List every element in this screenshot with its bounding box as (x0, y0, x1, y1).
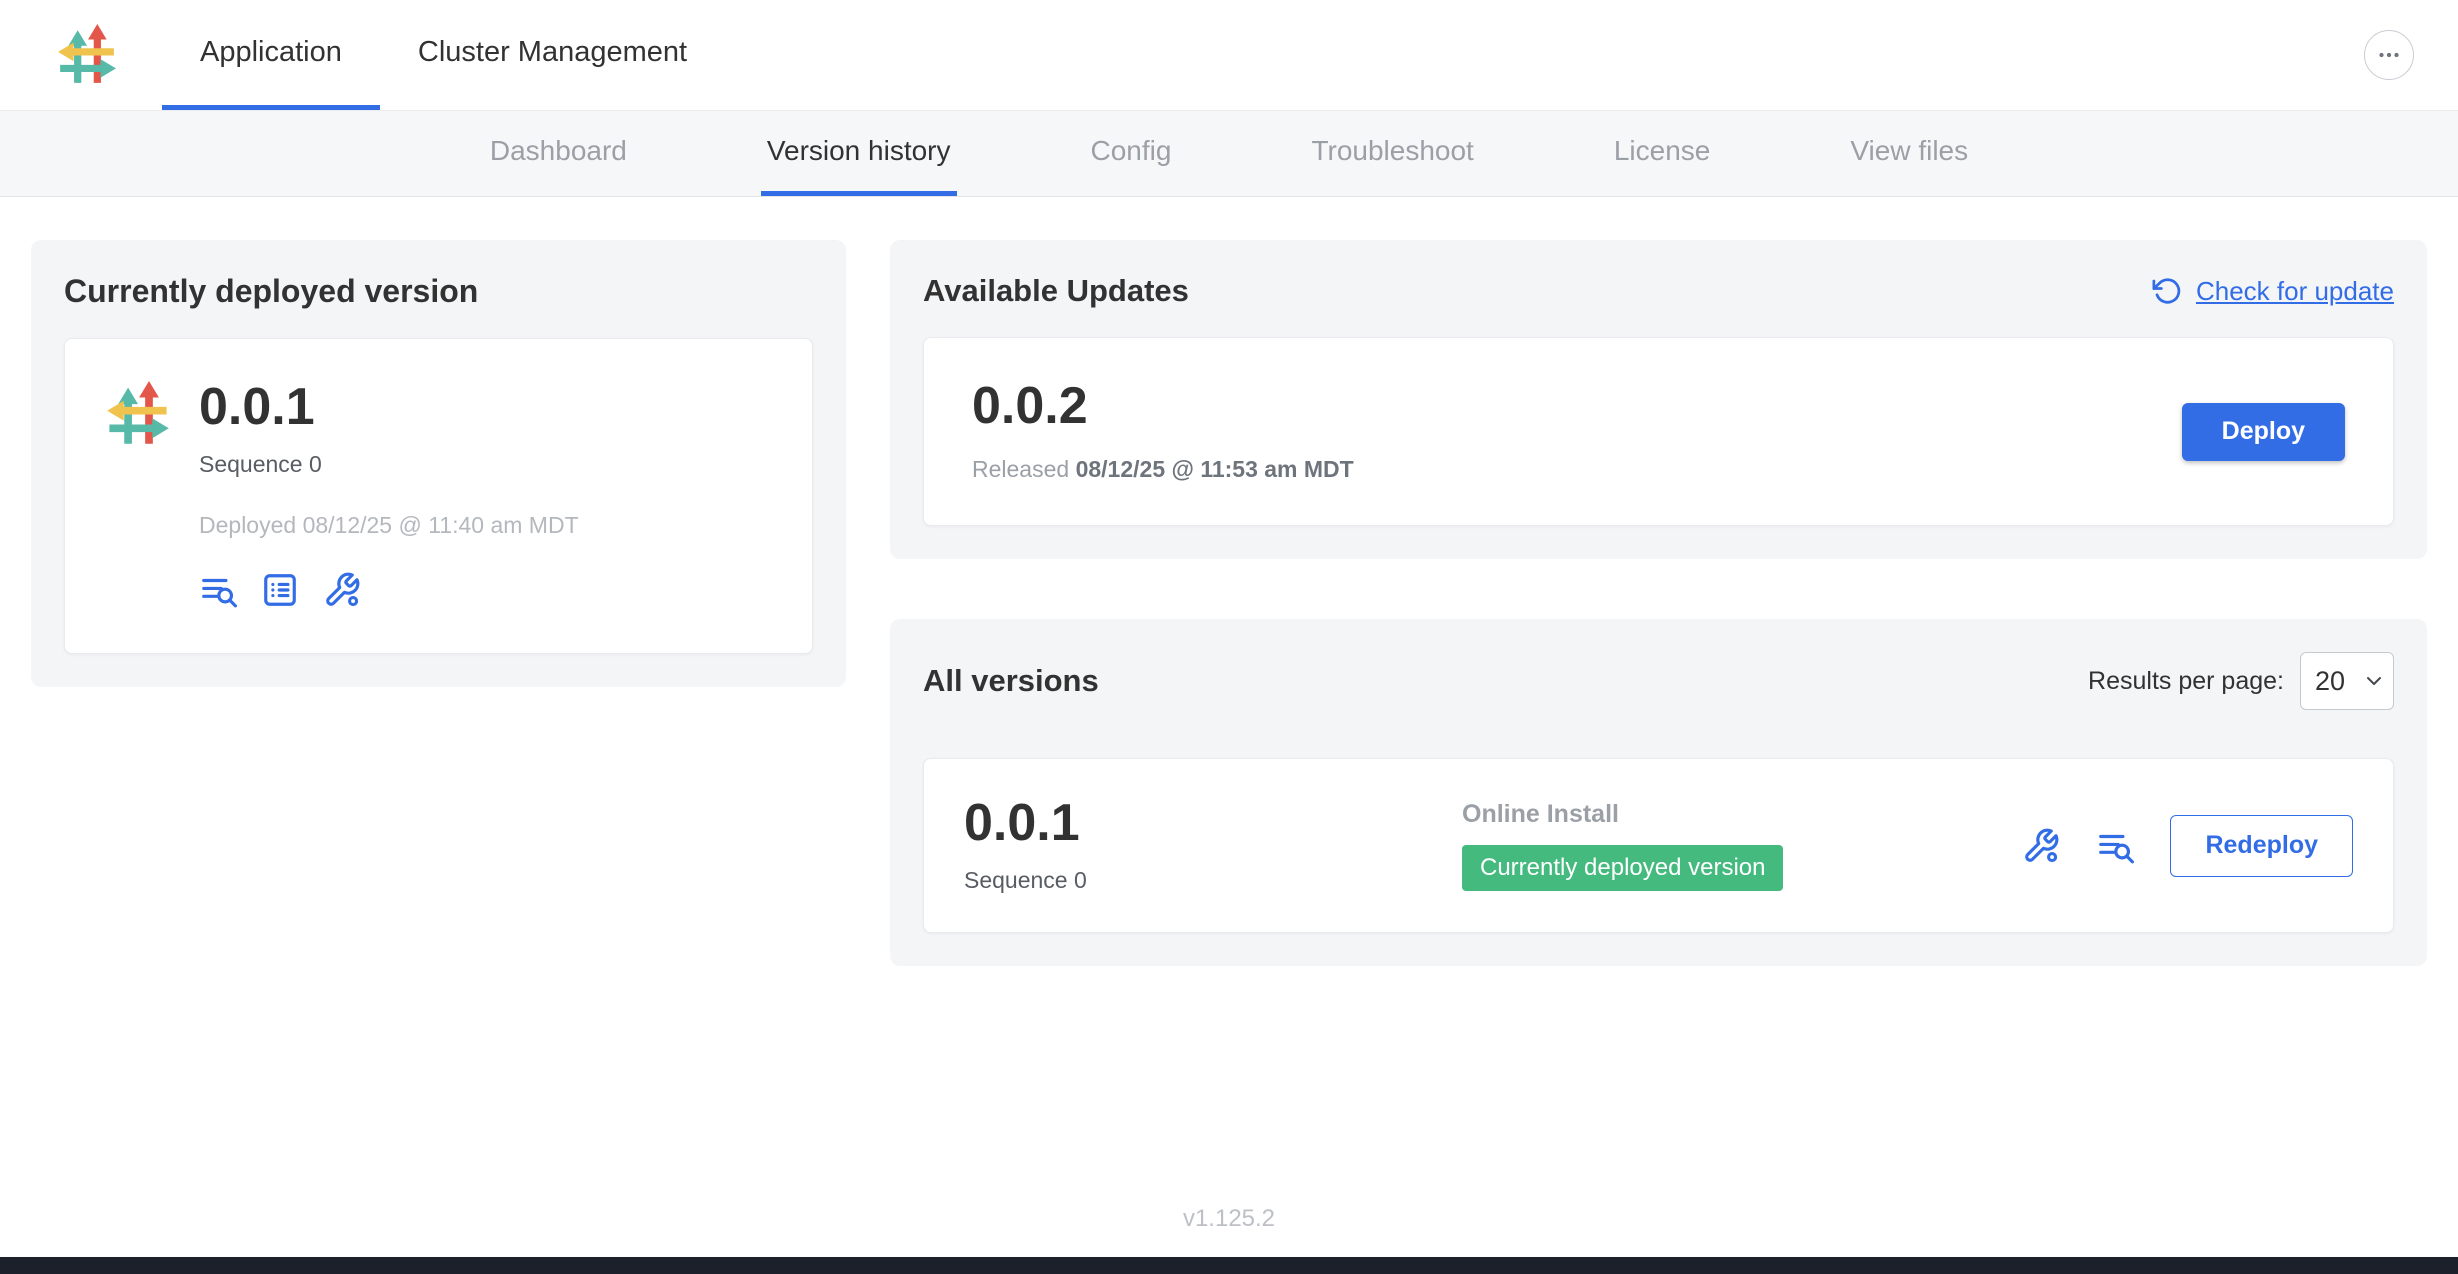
row-version-number: 0.0.1 (964, 797, 1462, 849)
app-sub-nav: Dashboard Version history Config Trouble… (0, 111, 2458, 197)
subnav-item-license[interactable]: License (1608, 111, 1717, 196)
deployed-version-number: 0.0.1 (199, 381, 579, 433)
subnav-item-dashboard[interactable]: Dashboard (484, 111, 633, 196)
app-logo (56, 24, 118, 86)
all-versions-title: All versions (923, 663, 1099, 699)
install-type-label: Online Install (1462, 800, 1783, 829)
tab-cluster-management[interactable]: Cluster Management (380, 0, 725, 110)
row-sequence: Sequence 0 (964, 867, 1462, 894)
deployed-sequence: Sequence 0 (199, 451, 579, 478)
subnav-item-view-files[interactable]: View files (1844, 111, 1974, 196)
tab-cluster-management-label: Cluster Management (418, 36, 687, 69)
tab-application[interactable]: Application (162, 0, 380, 110)
overflow-menu-button[interactable] (2364, 30, 2414, 80)
edit-config-icon[interactable] (323, 571, 361, 609)
deployed-timestamp: Deployed 08/12/25 @ 11:40 am MDT (199, 512, 579, 539)
currently-deployed-badge: Currently deployed version (1462, 845, 1783, 891)
results-per-page-select[interactable]: 20 (2300, 652, 2394, 710)
deployed-action-icons (199, 571, 579, 609)
subnav-item-troubleshoot[interactable]: Troubleshoot (1305, 111, 1479, 196)
subnav-item-version-history[interactable]: Version history (761, 111, 957, 196)
top-tab-bar: Application Cluster Management (162, 0, 725, 110)
app-logo-small (105, 381, 171, 447)
tab-application-label: Application (200, 36, 342, 69)
preflight-checks-icon[interactable] (261, 571, 299, 609)
deployed-card-title: Currently deployed version (64, 273, 813, 310)
version-row: 0.0.1 Sequence 0 Online Install Currentl… (923, 758, 2394, 933)
available-updates-title: Available Updates (923, 273, 1189, 309)
results-per-page: Results per page: 20 (2088, 652, 2394, 710)
released-prefix: Released (972, 456, 1069, 482)
rotate-ccw-icon (2152, 276, 2182, 306)
app-logo-arrows-icon (105, 381, 171, 447)
results-per-page-label: Results per page: (2088, 667, 2284, 696)
app-logo-arrows-icon (56, 24, 118, 86)
release-notes-icon[interactable] (2096, 827, 2134, 865)
update-version-number: 0.0.2 (972, 380, 1354, 432)
top-nav: Application Cluster Management (0, 0, 2458, 111)
deploy-button[interactable]: Deploy (2182, 403, 2345, 461)
check-for-update-link[interactable]: Check for update (2152, 276, 2394, 307)
subnav-item-config[interactable]: Config (1085, 111, 1178, 196)
redeploy-button[interactable]: Redeploy (2170, 815, 2353, 877)
page-footer: v1.125.2 (0, 1191, 2458, 1257)
all-versions-card: All versions Results per page: 20 0. (890, 619, 2427, 966)
bottom-bar (0, 1257, 2458, 1274)
deployed-version-panel: 0.0.1 Sequence 0 Deployed 08/12/25 @ 11:… (64, 338, 813, 654)
console-version: v1.125.2 (0, 1205, 2458, 1233)
ellipsis-icon (2374, 40, 2404, 70)
currently-deployed-card: Currently deployed version (31, 240, 846, 687)
update-row: 0.0.2 Released 08/12/25 @ 11:53 am MDT D… (923, 337, 2394, 526)
update-released-line: Released 08/12/25 @ 11:53 am MDT (972, 456, 1354, 483)
release-notes-icon[interactable] (199, 571, 237, 609)
right-column: Available Updates Check for update 0.0.2 (890, 240, 2427, 966)
edit-config-icon[interactable] (2022, 827, 2060, 865)
version-history-page: Currently deployed version (0, 197, 2458, 1191)
available-updates-card: Available Updates Check for update 0.0.2 (890, 240, 2427, 559)
check-for-update-label: Check for update (2196, 276, 2394, 307)
released-date: 08/12/25 @ 11:53 am MDT (1076, 456, 1354, 482)
